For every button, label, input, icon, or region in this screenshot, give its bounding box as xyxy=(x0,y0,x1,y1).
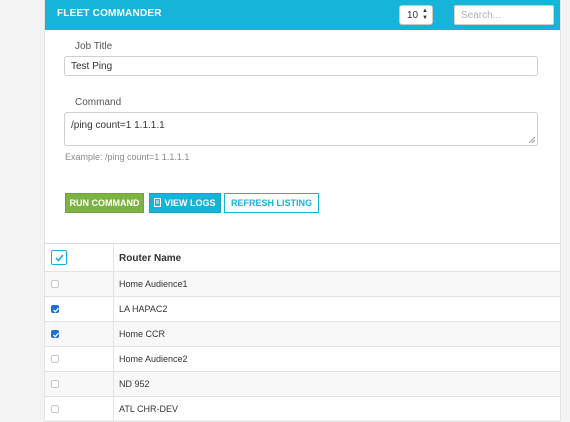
router-table: Router Name Home Audience1 LA HAPAC2 Hom… xyxy=(45,243,560,422)
command-textarea[interactable]: /ping count=1 1.1.1.1 xyxy=(64,112,538,146)
router-name-header: Router Name xyxy=(119,253,182,264)
run-command-button[interactable]: RUN COMMAND xyxy=(65,193,144,213)
panel-header: FLEET COMMANDER 10 ▲ ▼ xyxy=(45,0,560,30)
table-row[interactable]: ATL CHR-DEV xyxy=(45,397,560,422)
checkmark-icon xyxy=(53,332,59,338)
panel-title: FLEET COMMANDER xyxy=(57,8,162,19)
column-divider xyxy=(113,347,114,371)
view-logs-button[interactable]: VIEW LOGS xyxy=(149,193,221,213)
search-input[interactable] xyxy=(454,5,554,25)
router-name: ND 952 xyxy=(119,379,150,389)
router-name: ATL CHR-DEV xyxy=(119,404,179,414)
table-row[interactable]: LA HAPAC2 xyxy=(45,297,560,322)
row-checkbox[interactable] xyxy=(51,330,59,338)
resize-grip-icon[interactable] xyxy=(529,137,535,143)
column-divider xyxy=(113,397,114,421)
row-checkbox[interactable] xyxy=(51,380,59,388)
table-row[interactable]: Home Audience1 xyxy=(45,272,560,297)
table-header-row: Router Name xyxy=(45,244,560,272)
column-divider xyxy=(113,372,114,396)
fleet-commander-panel: FLEET COMMANDER 10 ▲▼ Job Title Test Pin… xyxy=(44,0,561,422)
table-row[interactable]: ND 952 xyxy=(45,372,560,397)
select-arrows-icon: ▲ ▼ xyxy=(422,8,428,21)
column-divider xyxy=(113,244,114,271)
job-title-field[interactable]: Test Ping xyxy=(64,56,538,76)
select-all-checkbox[interactable] xyxy=(51,250,67,265)
checkmark-icon xyxy=(55,254,64,262)
column-divider xyxy=(113,322,114,346)
table-row[interactable]: Home Audience2 xyxy=(45,347,560,372)
refresh-listing-button[interactable]: REFRESH LISTING xyxy=(224,193,319,213)
page-size-select[interactable]: 10 ▲ ▼ xyxy=(399,5,433,25)
command-example-hint: Example: /ping count=1 1.1.1.1 xyxy=(65,152,190,162)
row-checkbox[interactable] xyxy=(51,305,59,313)
view-logs-label: VIEW LOGS xyxy=(164,198,216,208)
router-name: Home Audience2 xyxy=(119,354,188,364)
row-checkbox[interactable] xyxy=(51,355,59,363)
page-size-value: 10 xyxy=(407,10,419,21)
router-name: Home CCR xyxy=(119,329,166,339)
command-value: /ping count=1 1.1.1.1 xyxy=(71,120,165,131)
router-name: Home Audience1 xyxy=(119,279,188,289)
checkmark-icon xyxy=(53,307,59,313)
command-label: Command xyxy=(75,97,122,108)
column-divider xyxy=(113,297,114,321)
router-name: LA HAPAC2 xyxy=(119,304,168,314)
row-checkbox[interactable] xyxy=(51,405,59,413)
column-divider xyxy=(113,272,114,296)
job-title-value: Test Ping xyxy=(71,61,113,72)
logs-icon xyxy=(154,198,162,207)
row-checkbox[interactable] xyxy=(51,280,59,288)
table-row[interactable]: Home CCR xyxy=(45,322,560,347)
job-title-label: Job Title xyxy=(75,41,113,52)
